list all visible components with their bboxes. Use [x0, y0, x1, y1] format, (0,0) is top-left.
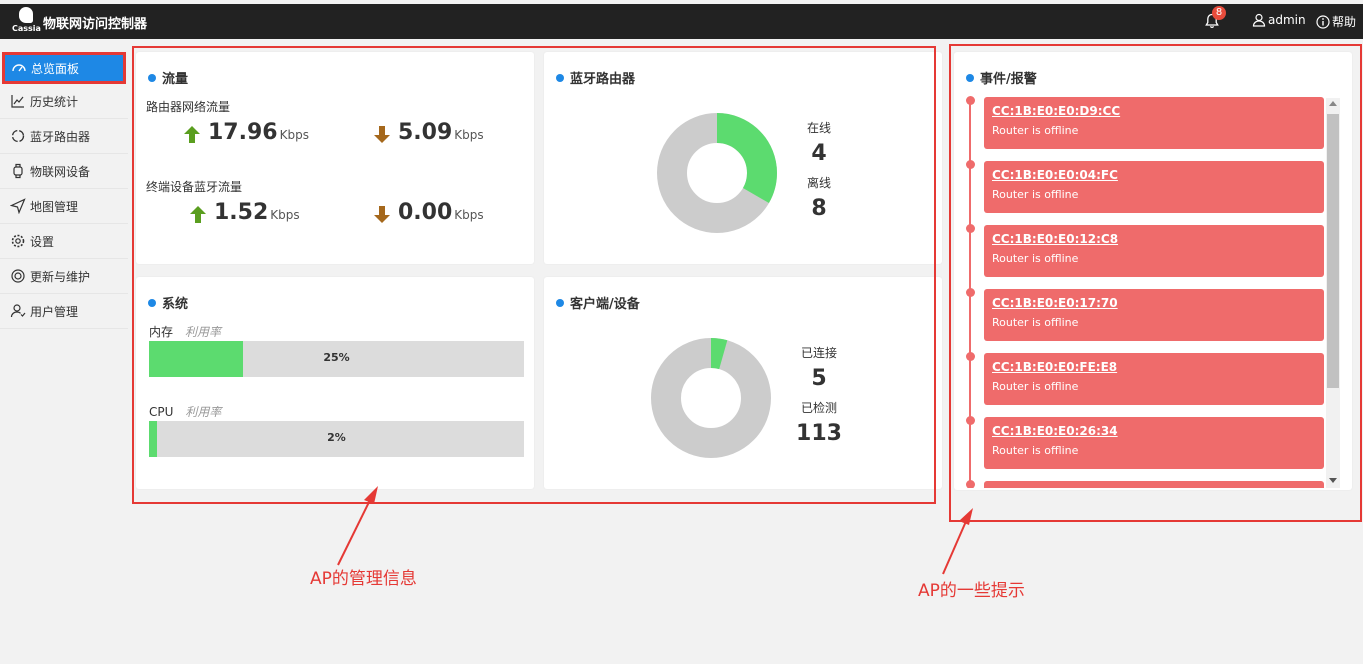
- annotation-arrow-left: [337, 495, 373, 566]
- annotation-management-text: AP的管理信息: [310, 569, 417, 589]
- arrowhead-right: [959, 508, 973, 525]
- annotation-arrows: [337, 486, 973, 575]
- annotation-arrow-right: [942, 518, 968, 575]
- annotation-alerts-text: AP的一些提示: [918, 581, 1025, 601]
- arrowhead-left: [364, 486, 378, 504]
